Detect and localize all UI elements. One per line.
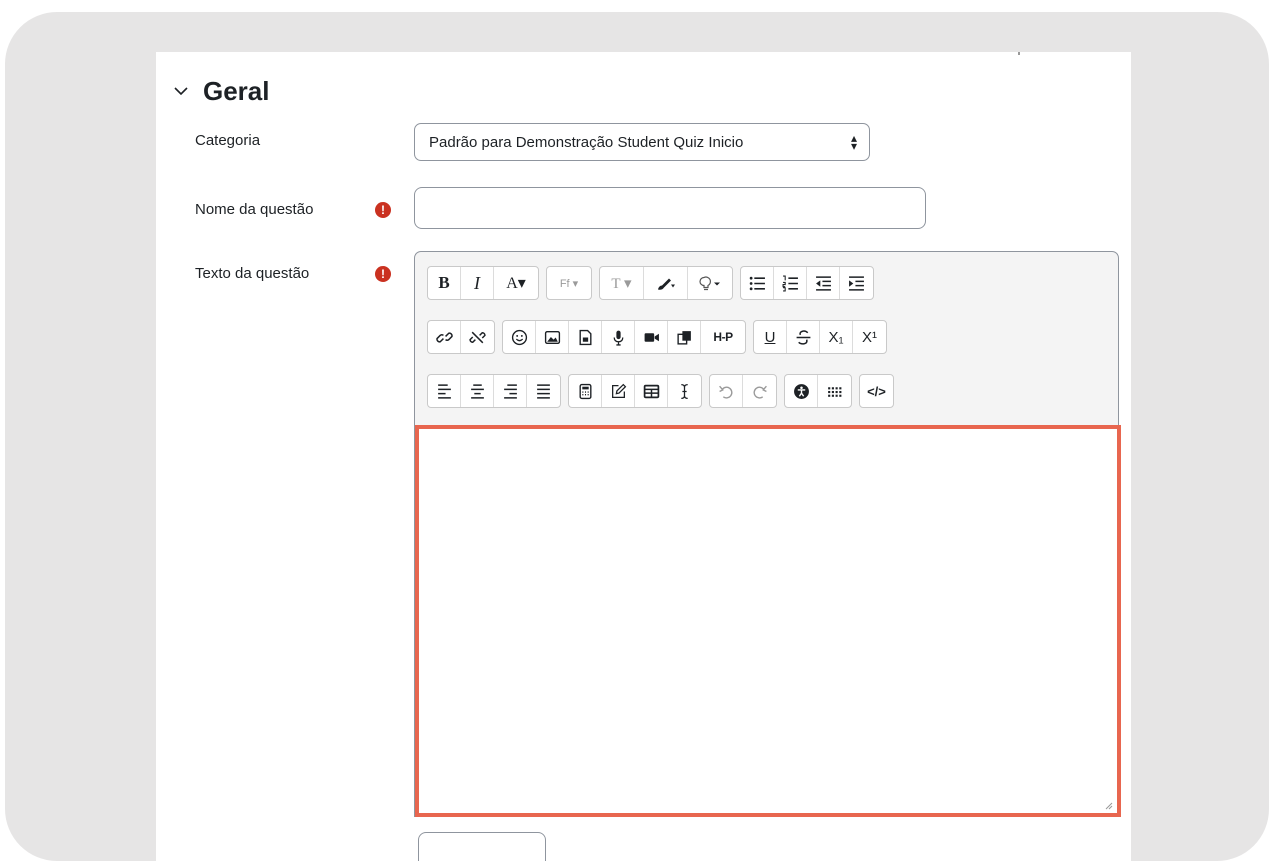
- copy-button[interactable]: [668, 321, 701, 353]
- copy-icon: [676, 330, 691, 345]
- record-video-button[interactable]: [635, 321, 668, 353]
- unordered-list-button[interactable]: [741, 267, 774, 299]
- category-select[interactable]: Padrão para Demonstração Student Quiz In…: [414, 123, 870, 161]
- lightbulb-icon: [699, 275, 720, 290]
- align-left-button[interactable]: [428, 375, 461, 407]
- background-color-button[interactable]: [644, 267, 688, 299]
- toolbar-group-media: H-P: [502, 320, 746, 354]
- cursor-button[interactable]: [668, 375, 701, 407]
- unlink-icon: [469, 331, 486, 343]
- hint-button[interactable]: [688, 267, 732, 299]
- toolbar-group-accessibility: [784, 374, 852, 408]
- file-icon: [578, 329, 592, 345]
- ordered-list-icon: [782, 275, 798, 291]
- italic-button[interactable]: I: [461, 267, 494, 299]
- h5p-button[interactable]: H-P: [701, 321, 745, 353]
- paint-brush-icon: [657, 278, 675, 290]
- question-text-label: Texto da questão: [195, 265, 310, 282]
- toolbar-group-font: Ff ▾: [546, 266, 592, 300]
- align-justify-button[interactable]: [527, 375, 560, 407]
- calculator-button[interactable]: [569, 375, 602, 407]
- record-audio-button[interactable]: [602, 321, 635, 353]
- link-button[interactable]: [428, 321, 461, 353]
- outdent-button[interactable]: [807, 267, 840, 299]
- question-text-editable-area[interactable]: [416, 427, 1117, 814]
- category-selected-value: Padrão para Demonstração Student Quiz In…: [429, 133, 744, 151]
- special-characters-button[interactable]: [818, 375, 851, 407]
- calculator-icon: [578, 383, 592, 399]
- align-center-button[interactable]: [461, 375, 494, 407]
- accessibility-icon: [793, 383, 809, 399]
- bold-button[interactable]: B: [428, 267, 461, 299]
- strikethrough-button[interactable]: [787, 321, 820, 353]
- align-right-button[interactable]: [494, 375, 527, 407]
- microphone-icon: [613, 330, 623, 346]
- emoji-button[interactable]: [503, 321, 536, 353]
- required-icon: !: [375, 266, 391, 282]
- toolbar-group-history: [709, 374, 777, 408]
- redo-button[interactable]: [743, 375, 776, 407]
- toolbar-group-links: [427, 320, 495, 354]
- outdent-icon: [815, 275, 831, 291]
- chevron-down-icon[interactable]: [173, 83, 189, 99]
- media-button[interactable]: [569, 321, 602, 353]
- font-family-button[interactable]: Ff ▾: [547, 267, 591, 299]
- toolbar-group-style: B I A▾: [427, 266, 539, 300]
- unlink-button[interactable]: [461, 321, 494, 353]
- underline-button[interactable]: U: [754, 321, 787, 353]
- table-button[interactable]: [635, 375, 668, 407]
- superscript-button[interactable]: X¹: [853, 321, 886, 353]
- section-header-geral[interactable]: Geral: [173, 74, 270, 108]
- toolbar-row-1: B I A▾ Ff ▾ T ▾: [427, 266, 874, 300]
- smiley-icon: [511, 329, 527, 345]
- unordered-list-icon: [749, 276, 765, 290]
- select-updown-icon: ▴ ▾: [850, 131, 857, 153]
- resize-grip-icon[interactable]: [1103, 800, 1113, 810]
- toolbar-row-3: </>: [427, 374, 894, 408]
- subscript-button[interactable]: X₁: [820, 321, 853, 353]
- indent-button[interactable]: [840, 267, 873, 299]
- link-icon: [435, 332, 453, 342]
- required-icon: !: [375, 202, 391, 218]
- align-right-icon: [503, 383, 517, 399]
- question-name-input[interactable]: [414, 187, 926, 229]
- align-justify-icon: [537, 383, 550, 399]
- ordered-list-button[interactable]: [774, 267, 807, 299]
- character-grid-icon: [828, 386, 842, 397]
- edit-button[interactable]: [602, 375, 635, 407]
- section-title: Geral: [203, 75, 270, 106]
- toolbar-group-html: </>: [859, 374, 894, 408]
- accessibility-button[interactable]: [785, 375, 818, 407]
- toolbar-group-format: T ▾: [599, 266, 733, 300]
- undo-button[interactable]: [710, 375, 743, 407]
- question-name-label: Nome da questão: [195, 201, 314, 218]
- html-button[interactable]: </>: [860, 375, 893, 407]
- image-button[interactable]: [536, 321, 569, 353]
- text-cursor-icon: [681, 383, 688, 399]
- toolbar-group-text: U X₁ X¹: [753, 320, 887, 354]
- indent-icon: [849, 275, 864, 291]
- question-form: Geral Categoria Padrão para Demonstração…: [156, 52, 1131, 861]
- align-center-icon: [470, 383, 484, 399]
- separator-mark: [1018, 52, 1020, 55]
- toolbar-row-2: H-P U X₁ X¹: [427, 320, 887, 354]
- toolbar-group-tools: [568, 374, 702, 408]
- toolbar-group-lists: [740, 266, 874, 300]
- font-color-button[interactable]: A▾: [494, 267, 538, 299]
- table-icon: [643, 384, 659, 398]
- redo-icon: [753, 385, 767, 399]
- image-icon: [544, 330, 560, 344]
- align-left-icon: [437, 383, 451, 399]
- video-camera-icon: [644, 332, 659, 342]
- category-label: Categoria: [195, 132, 261, 149]
- pencil-square-icon: [611, 383, 626, 398]
- strikethrough-icon: [796, 329, 810, 345]
- font-size-button[interactable]: T ▾: [600, 267, 644, 299]
- undo-icon: [718, 385, 732, 399]
- toolbar-group-align: [427, 374, 561, 408]
- cut-off-button[interactable]: [418, 832, 546, 861]
